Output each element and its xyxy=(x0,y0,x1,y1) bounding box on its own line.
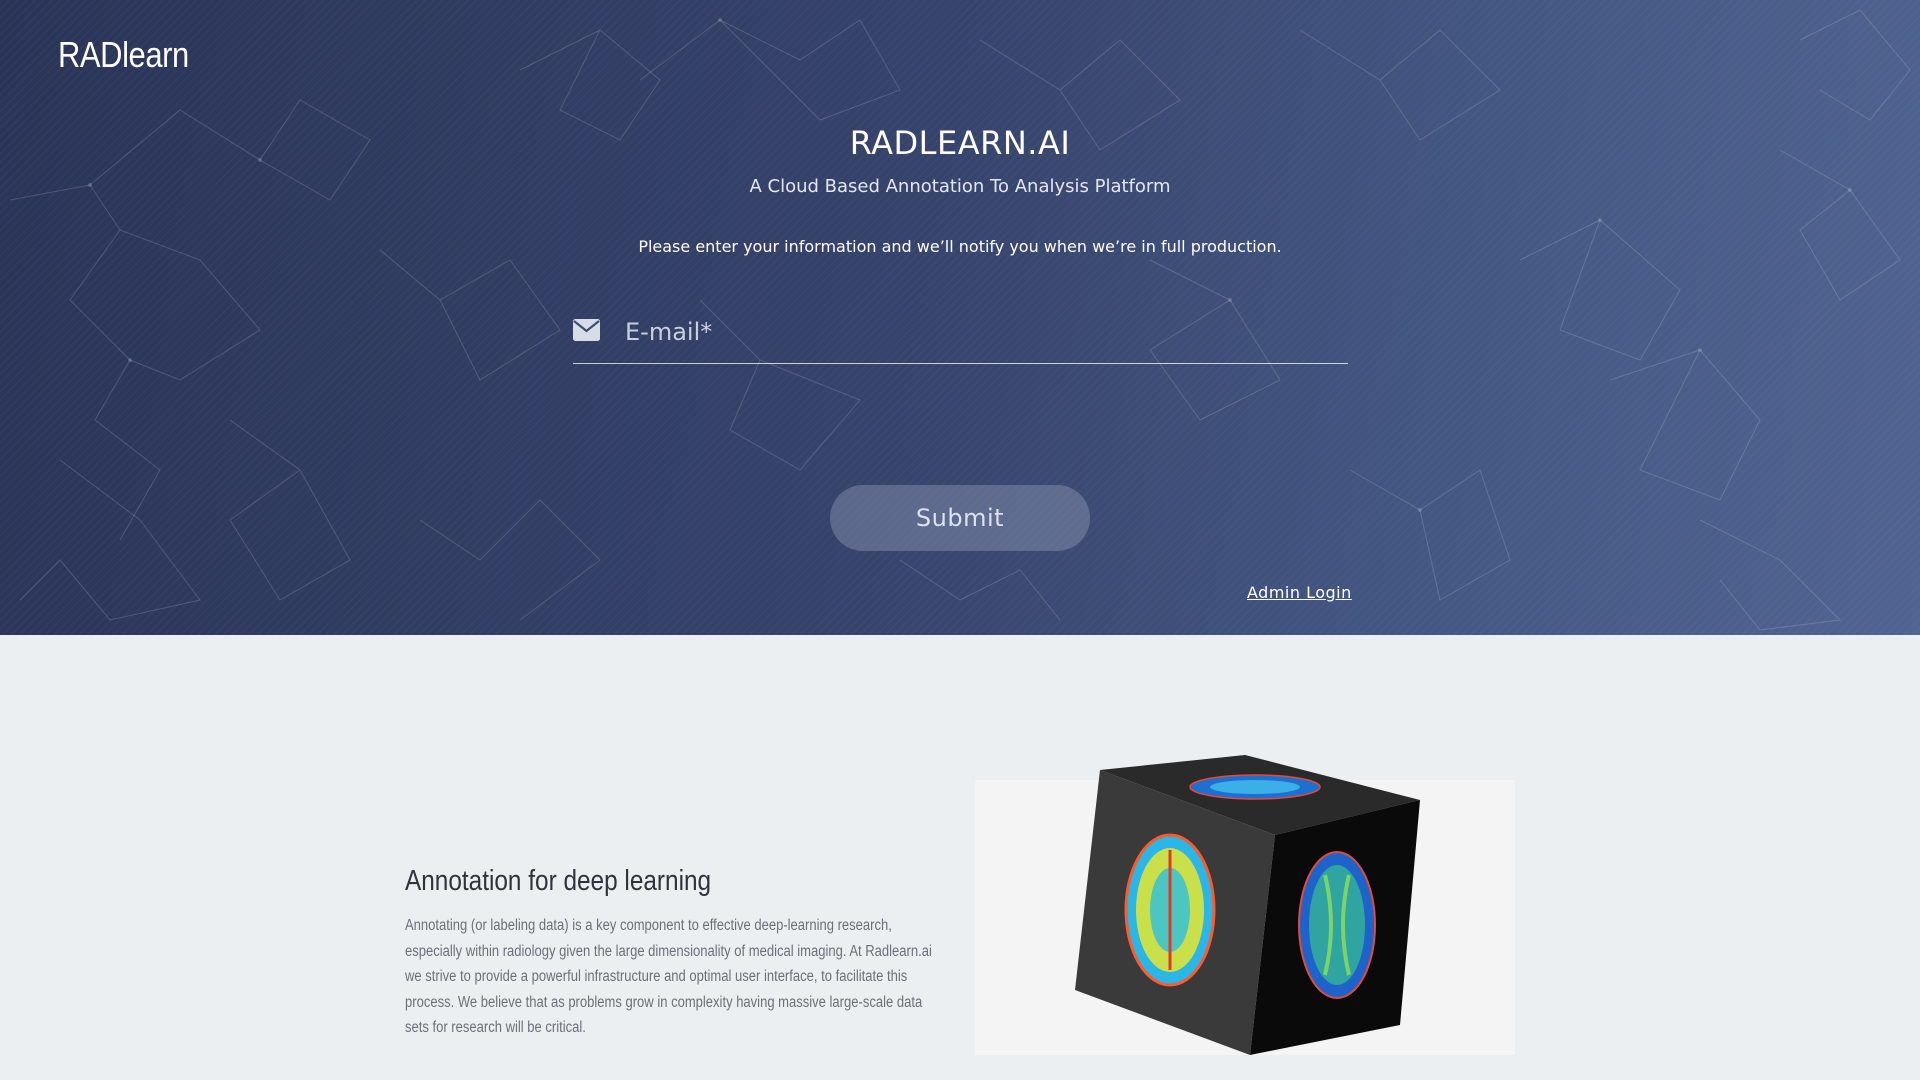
signup-notice: Please enter your information and we’ll … xyxy=(638,237,1282,256)
content-section xyxy=(0,635,1920,1080)
hero-section: RADlearn RADLEARN.AI A Cloud Based Annot… xyxy=(0,0,1920,635)
admin-login-link[interactable]: Admin Login xyxy=(1247,583,1352,602)
feature-description: Annotating (or labeling data) is a key c… xyxy=(405,917,932,1036)
feature-title: Annotation for deep learning xyxy=(405,865,712,897)
brain-mri-cube-image xyxy=(975,755,1515,1055)
envelope-icon xyxy=(573,319,600,341)
submit-button[interactable]: Submit xyxy=(830,485,1090,551)
brand-logo[interactable]: RADlearn xyxy=(58,34,189,76)
email-input[interactable] xyxy=(623,313,1327,351)
email-field-row xyxy=(573,305,1348,364)
hero-subtitle: A Cloud Based Annotation To Analysis Pla… xyxy=(749,176,1171,197)
hero-title: RADLEARN.AI xyxy=(849,124,1071,162)
